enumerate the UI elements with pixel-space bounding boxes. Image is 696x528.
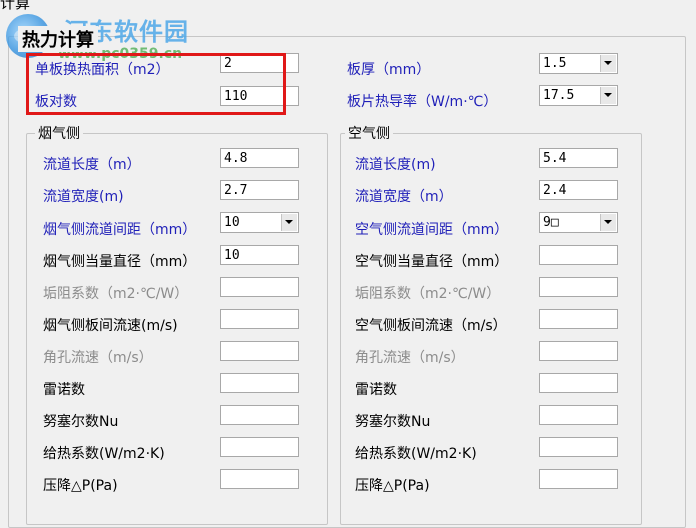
air-plate-velocity-input[interactable] [539, 309, 618, 329]
chevron-down-icon [604, 220, 612, 224]
plate-conductivity-label: 板片热导率（W/m·℃） [347, 94, 498, 110]
chevron-down-icon [604, 93, 612, 97]
air-heat-coeff-label: 给热系数(W/m2·K) [355, 446, 477, 462]
air-pressure-drop-input[interactable] [539, 469, 618, 489]
air-channel-width-label: 流道宽度（m） [355, 189, 453, 205]
air-pressure-drop-label: 压降△P(Pa) [355, 478, 430, 494]
air-port-velocity-input[interactable] [539, 341, 618, 361]
plate-thickness-value: 1.5 [543, 56, 567, 71]
flue-channel-width-label: 流道宽度(m) [43, 189, 124, 205]
air-reynolds-label: 雷诺数 [355, 382, 397, 398]
plate-thickness-dropdown-button[interactable] [600, 55, 616, 72]
air-channel-spacing-label: 空气侧流道间距（mm） [355, 222, 509, 238]
air-channel-spacing-value: 9□ [543, 215, 559, 230]
air-legend: 空气侧 [345, 123, 393, 143]
air-channel-width-input[interactable]: 2.4 [539, 180, 618, 200]
air-reynolds-input[interactable] [539, 373, 618, 393]
flue-reynolds-label: 雷诺数 [43, 382, 85, 398]
air-equivalent-diameter-label: 空气侧当量直径（mm） [355, 254, 509, 270]
air-equivalent-diameter-input[interactable] [539, 245, 618, 265]
flue-port-velocity-input[interactable] [220, 341, 299, 361]
flue-gas-legend: 烟气侧 [35, 123, 83, 143]
plate-thickness-select[interactable]: 1.5 [539, 53, 618, 74]
plate-conductivity-value: 17.5 [543, 88, 575, 103]
flue-channel-length-input[interactable]: 4.8 [220, 148, 299, 168]
flue-equivalent-diameter-input[interactable]: 10 [220, 245, 299, 265]
highlight-box [26, 53, 286, 115]
air-fouling-input[interactable] [539, 277, 618, 297]
flue-channel-spacing-value: 10 [224, 215, 240, 230]
flue-heat-coeff-label: 给热系数(W/m2·K) [43, 446, 165, 462]
flue-port-velocity-label: 角孔流速（m/s） [43, 350, 153, 366]
flue-nusselt-input[interactable] [220, 405, 299, 425]
plate-thickness-label: 板厚（mm） [347, 62, 431, 78]
air-channel-spacing-select[interactable]: 9□ [539, 212, 618, 233]
flue-plate-velocity-input[interactable] [220, 309, 299, 329]
air-nusselt-input[interactable] [539, 405, 618, 425]
flue-fouling-label: 垢阻系数（m2·℃/W） [43, 286, 189, 302]
flue-pressure-drop-input[interactable] [220, 469, 299, 489]
plate-conductivity-dropdown-button[interactable] [600, 87, 616, 104]
flue-plate-velocity-label: 烟气侧板间流速(m/s) [43, 318, 178, 334]
air-heat-coeff-input[interactable] [539, 437, 618, 457]
chevron-down-icon [604, 61, 612, 65]
flue-channel-spacing-dropdown-button[interactable] [281, 214, 297, 231]
flue-pressure-drop-label: 压降△P(Pa) [43, 478, 118, 494]
air-nusselt-label: 努塞尔数Nu [355, 414, 431, 430]
flue-channel-spacing-label: 烟气侧流道间距（mm） [43, 222, 197, 238]
flue-channel-spacing-select[interactable]: 10 [220, 212, 299, 233]
air-port-velocity-label: 角孔流速（m/s） [355, 350, 465, 366]
plate-conductivity-select[interactable]: 17.5 [539, 85, 618, 106]
air-plate-velocity-label: 空气侧板间流速（m/s） [355, 318, 507, 334]
flue-channel-length-label: 流道长度（m） [43, 157, 141, 173]
flue-equivalent-diameter-label: 烟气侧当量直径（mm） [43, 254, 197, 270]
chevron-down-icon [285, 220, 293, 224]
flue-nusselt-label: 努塞尔数Nu [43, 414, 119, 430]
flue-fouling-input[interactable] [220, 277, 299, 297]
flue-reynolds-input[interactable] [220, 373, 299, 393]
flue-heat-coeff-input[interactable] [220, 437, 299, 457]
air-channel-length-input[interactable]: 5.4 [539, 148, 618, 168]
flue-channel-width-input[interactable]: 2.7 [220, 180, 299, 200]
air-fouling-label: 垢阻系数（m2·℃/W） [355, 286, 501, 302]
air-channel-length-label: 流道长度(m) [355, 157, 436, 173]
air-channel-spacing-dropdown-button[interactable] [600, 214, 616, 231]
section-title: 热力计算 [18, 26, 98, 52]
